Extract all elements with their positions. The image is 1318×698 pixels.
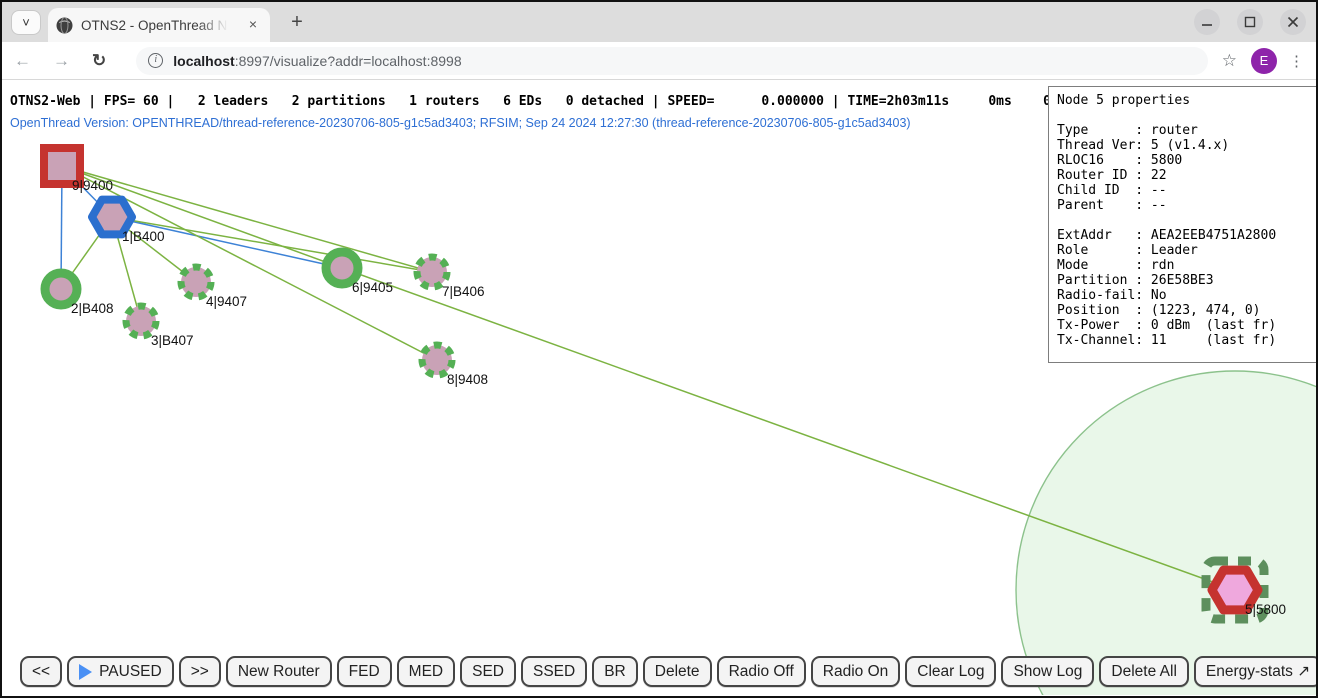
node-6-9405-label: 6|9405 xyxy=(352,280,393,295)
node-property-line: Radio-fail: No xyxy=(1057,288,1308,303)
toolbar-button-label: Delete xyxy=(655,663,700,681)
minimize-button[interactable] xyxy=(1194,9,1220,35)
node-property-line: Role : Leader xyxy=(1057,243,1308,258)
toolbar-button-label: FED xyxy=(349,663,380,681)
otns-page: 9|9400 1|B400 2|B408 3|B407 4|9407 6|9405 7|B4… xyxy=(2,80,1316,696)
browser-window: ˅ OTNS2 - OpenThread Ne × + ← → ↻ i loca… xyxy=(0,0,1318,698)
node-8-9408-label: 8|9408 xyxy=(447,372,488,387)
window-controls xyxy=(1194,9,1306,35)
toolbar-button-label: >> xyxy=(191,663,209,681)
toolbar-button-new-router[interactable]: New Router xyxy=(226,656,332,687)
toolbar-button-rewind[interactable]: << xyxy=(20,656,62,687)
toolbar-button-label: Delete All xyxy=(1111,663,1176,681)
node-4-9407-label: 4|9407 xyxy=(206,294,247,309)
tab-search-button[interactable]: ˅ xyxy=(11,10,41,35)
node-property-line: Mode : rdn xyxy=(1057,258,1308,273)
node-1-B400-label: 1|B400 xyxy=(122,229,165,244)
radio-range-circle xyxy=(1016,371,1316,695)
node-property-line: Partition : 26E58BE3 xyxy=(1057,273,1308,288)
toolbar-button-label: New Router xyxy=(238,663,320,681)
node-properties-lines: Type : routerThread Ver: 5 (v1.4.x)RLOC1… xyxy=(1057,108,1308,348)
toolbar-button-label: << xyxy=(32,663,50,681)
toolbar-button-pause[interactable]: PAUSED xyxy=(67,656,174,687)
toolbar-button-energy-stats[interactable]: Energy-stats ↗ xyxy=(1194,656,1316,687)
bottom-toolbar: << PAUSED >> New Router FED MED SED SSED BR Delet… xyxy=(20,656,1316,687)
node-property-line: Position : (1223, 474, 0) xyxy=(1057,303,1308,318)
node-property-line: Tx-Power : 0 dBm (last fr) xyxy=(1057,318,1308,333)
node-property-line: Type : router xyxy=(1057,123,1308,138)
toolbar-button-br[interactable]: BR xyxy=(592,656,638,687)
node-property-line xyxy=(1057,213,1308,228)
node-7-B406[interactable] xyxy=(417,257,447,287)
node-property-line: Router ID : 22 xyxy=(1057,168,1308,183)
toolbar-button-label: BR xyxy=(604,663,626,681)
node-property-line: Child ID : -- xyxy=(1057,183,1308,198)
node-8-9408[interactable] xyxy=(422,345,452,375)
toolbar-button-label: Show Log xyxy=(1013,663,1082,681)
toolbar-button-ssed[interactable]: SSED xyxy=(521,656,587,687)
simulation-status-line: OTNS2-Web | FPS= 60 | 2 leaders 2 partit… xyxy=(10,94,1067,109)
toolbar-button-show-log[interactable]: Show Log xyxy=(1001,656,1094,687)
node-3-B407[interactable] xyxy=(126,306,156,336)
browser-addressbar: ← → ↻ i localhost:8997/visualize?addr=lo… xyxy=(2,42,1316,80)
site-info-icon[interactable]: i xyxy=(148,53,163,68)
tab-title: OTNS2 - OpenThread Ne xyxy=(81,18,231,33)
toolbar-button-label: MED xyxy=(409,663,443,681)
url-path: :8997/visualize?addr=localhost:8998 xyxy=(235,53,462,69)
url-bar[interactable]: i localhost:8997/visualize?addr=localhos… xyxy=(136,47,1208,75)
new-tab-button[interactable]: + xyxy=(284,10,310,36)
node-9-9400-label: 9|9400 xyxy=(72,178,113,193)
toolbar-button-radio-off[interactable]: Radio Off xyxy=(717,656,806,687)
node-3-B407-label: 3|B407 xyxy=(151,333,194,348)
toolbar-button-med[interactable]: MED xyxy=(397,656,455,687)
reload-button[interactable]: ↻ xyxy=(92,51,106,71)
node-2-B408-label: 2|B408 xyxy=(71,301,114,316)
play-icon xyxy=(79,664,92,680)
bookmark-star-icon[interactable]: ☆ xyxy=(1222,51,1237,71)
back-button[interactable]: ← xyxy=(14,51,31,71)
otns-favicon-icon xyxy=(56,17,73,34)
toolbar-button-clear-log[interactable]: Clear Log xyxy=(905,656,996,687)
tab-close-icon[interactable]: × xyxy=(244,16,262,34)
toolbar-button-label: PAUSED xyxy=(99,663,162,681)
browser-menu-icon[interactable]: ⋮ xyxy=(1289,52,1304,70)
node-properties-panel: Node 5 properties Type : routerThread Ve… xyxy=(1048,86,1316,363)
close-window-button[interactable] xyxy=(1280,9,1306,35)
toolbar-button-fed[interactable]: FED xyxy=(337,656,392,687)
node-property-line: RLOC16 : 5800 xyxy=(1057,153,1308,168)
toolbar-button-sed[interactable]: SED xyxy=(460,656,516,687)
profile-avatar[interactable]: E xyxy=(1251,48,1277,74)
chevron-down-icon: ˅ xyxy=(22,15,30,30)
toolbar-button-radio-on[interactable]: Radio On xyxy=(811,656,900,687)
node-4-9407[interactable] xyxy=(181,267,211,297)
forward-button[interactable]: → xyxy=(53,51,70,71)
toolbar-button-delete[interactable]: Delete xyxy=(643,656,712,687)
node-property-line xyxy=(1057,108,1308,123)
url-text[interactable]: localhost:8997/visualize?addr=localhost:… xyxy=(173,53,461,69)
node-7-B406-label: 7|B406 xyxy=(442,284,485,299)
toolbar-button-label: Radio Off xyxy=(729,663,794,681)
toolbar-button-label: Energy-stats ↗ xyxy=(1206,662,1310,681)
node-5-5800-label: 5|5800 xyxy=(1245,602,1286,617)
toolbar-button-label: SED xyxy=(472,663,504,681)
link-1-7 xyxy=(112,217,432,272)
node-property-line: ExtAddr : AEA2EEB4751A2800 xyxy=(1057,228,1308,243)
toolbar-button-delete-all[interactable]: Delete All xyxy=(1099,656,1188,687)
toolbar-button-label: Radio On xyxy=(823,663,888,681)
url-host: localhost xyxy=(173,53,234,69)
toolbar-button-label: SSED xyxy=(533,663,575,681)
browser-tab[interactable]: OTNS2 - OpenThread Ne × xyxy=(48,8,270,42)
openthread-version-line: OpenThread Version: OPENTHREAD/thread-re… xyxy=(10,116,911,130)
node-property-line: Parent : -- xyxy=(1057,198,1308,213)
node-properties-title: Node 5 properties xyxy=(1057,93,1308,108)
maximize-button[interactable] xyxy=(1237,9,1263,35)
toolbar-button-forward[interactable]: >> xyxy=(179,656,221,687)
node-property-line: Tx-Channel: 11 (last fr) xyxy=(1057,333,1308,348)
node-property-line: Thread Ver: 5 (v1.4.x) xyxy=(1057,138,1308,153)
toolbar-button-label: Clear Log xyxy=(917,663,984,681)
browser-titlebar: ˅ OTNS2 - OpenThread Ne × + xyxy=(2,2,1316,42)
